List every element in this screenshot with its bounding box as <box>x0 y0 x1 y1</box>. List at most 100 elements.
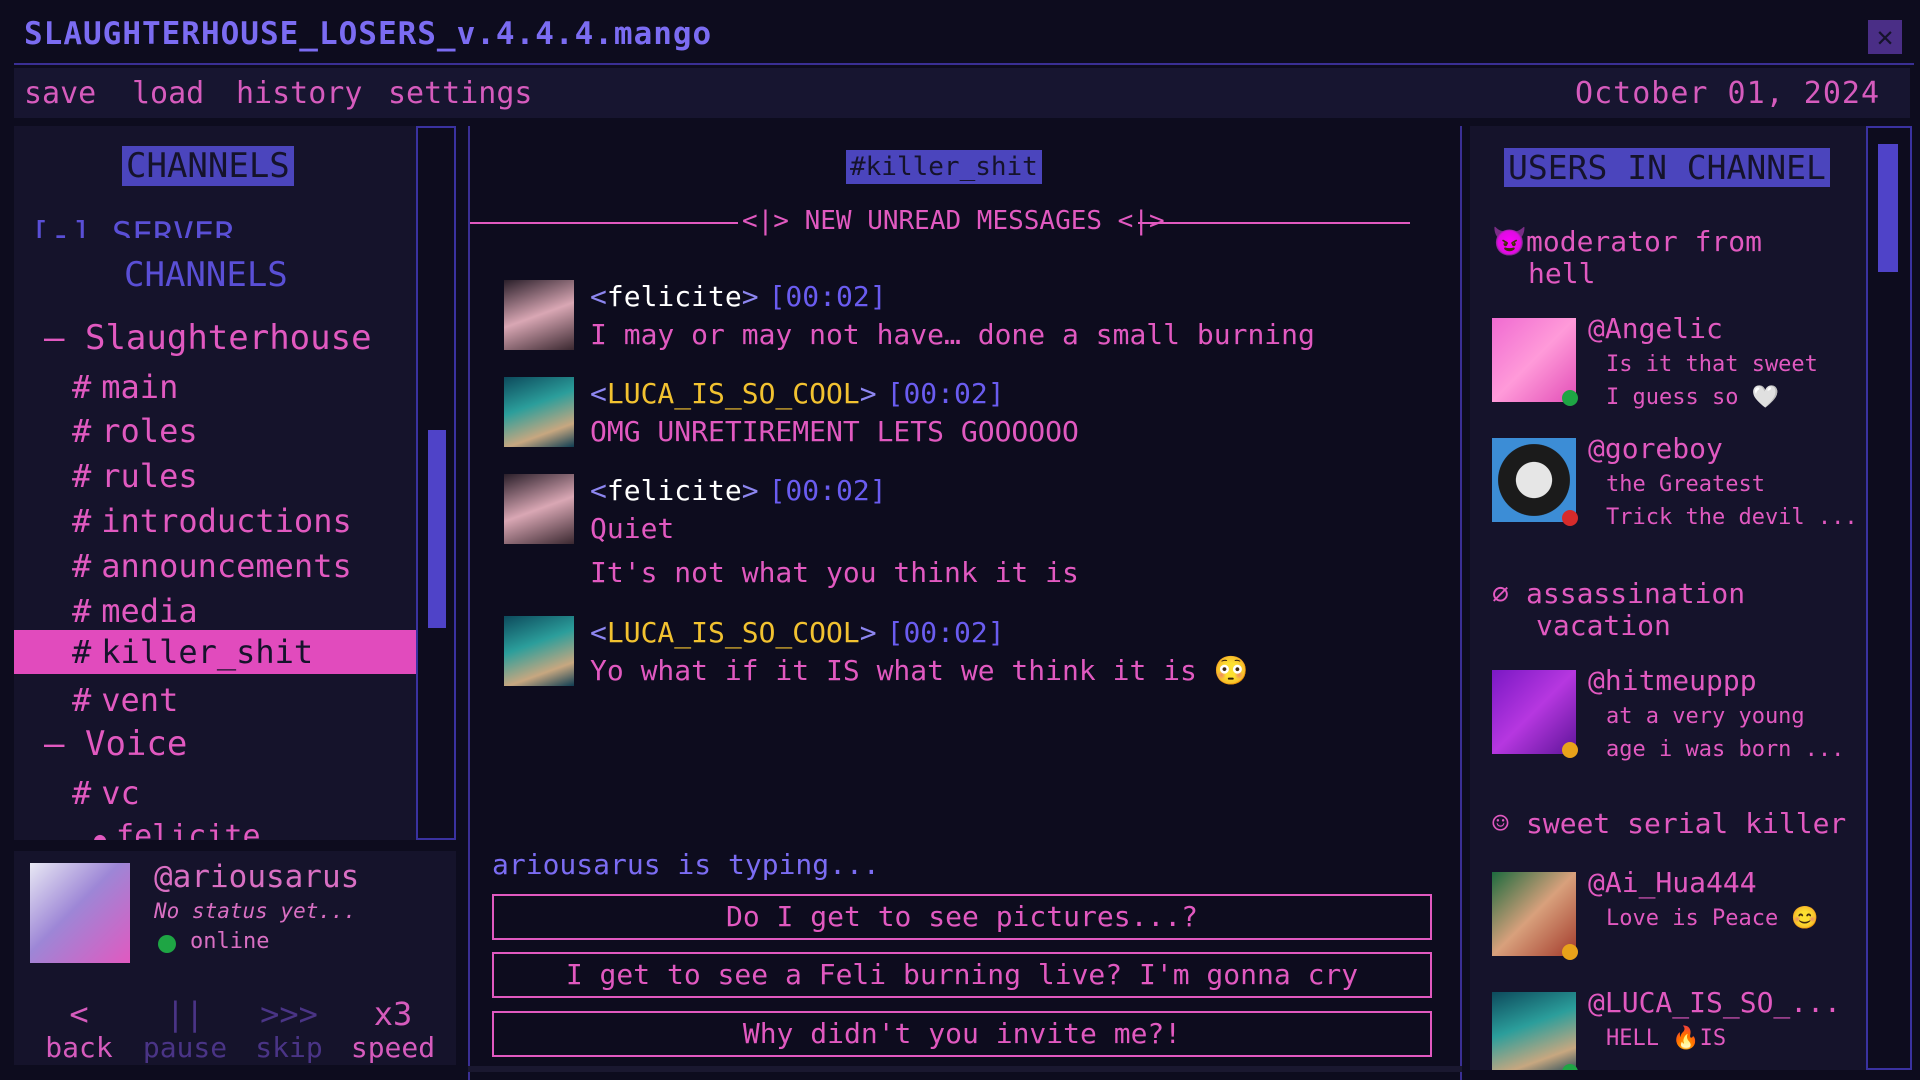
category-slaughterhouse[interactable]: – Slaughterhouse <box>44 318 372 358</box>
channel-vent[interactable]: # vent <box>14 679 416 721</box>
menu-load[interactable]: load <box>132 76 204 111</box>
message-text: Yo what if it IS what we think it is 😳 <box>590 654 1249 687</box>
devil-icon: 😈 <box>1492 225 1527 258</box>
user-handle[interactable]: @hitmeuppp <box>1588 664 1757 697</box>
user-status-line: Love is Peace 😊 <box>1606 906 1819 931</box>
message-time: [00:02] <box>768 474 887 507</box>
reply-choice-1[interactable]: Do I get to see pictures...? <box>492 894 1432 940</box>
user-status-line: Trick the devil ... <box>1606 505 1858 530</box>
avatar-angelic[interactable] <box>1492 318 1576 402</box>
back-icon: < <box>69 995 89 1033</box>
unread-text: <|> NEW UNREAD MESSAGES <|> <box>742 206 1165 236</box>
chat-panel: #killer_shit <|> NEW UNREAD MESSAGES <|>… <box>468 126 1462 1080</box>
presence-icon <box>1562 510 1578 526</box>
avatar-luca[interactable] <box>504 616 574 686</box>
message-author[interactable]: LUCA_IS_SO_COOL <box>607 377 860 410</box>
menu-save[interactable]: save <box>24 76 96 111</box>
avatar-goreboy[interactable] <box>1492 438 1576 522</box>
users-scrollbar-thumb[interactable] <box>1878 144 1898 272</box>
channel-introductions[interactable]: # introductions <box>14 500 416 542</box>
user-handle[interactable]: @Ai_Hua444 <box>1588 866 1757 899</box>
users-header: USERS IN CHANNEL <box>1504 148 1830 187</box>
group-sweet-serial-killer: ☺ sweet serial killer <box>1492 807 1847 840</box>
menu-bar: save load history settings October 01, 2… <box>14 68 1910 118</box>
skip-icon: >>> <box>260 995 318 1033</box>
speed-icon: x3 <box>373 995 413 1033</box>
avatar-felicite[interactable] <box>504 280 574 350</box>
user-handle: @ariousarus <box>154 859 360 895</box>
menu-settings[interactable]: settings <box>388 76 533 111</box>
message-text: Quiet <box>590 512 675 545</box>
user-handle[interactable]: @goreboy <box>1588 432 1723 465</box>
user-status-line: at a very young <box>1606 704 1805 729</box>
title-bar: SLAUGHTERHOUSE_LOSERS_v.4.4.4.mango ✕ <box>0 0 1920 64</box>
user-handle[interactable]: @Angelic <box>1588 312 1723 345</box>
pause-icon: || <box>165 995 205 1033</box>
channel-scrollbar[interactable] <box>416 126 456 840</box>
users-scrollbar[interactable] <box>1866 126 1912 1070</box>
reply-choice-2[interactable]: I get to see a Feli burning live? I'm go… <box>492 952 1432 998</box>
channel-media[interactable]: # media <box>14 590 416 632</box>
user-status-line: HELL 🔥IS <box>1606 1026 1727 1051</box>
typing-indicator: ariousarus is typing... <box>492 848 880 881</box>
back-button[interactable]: < back <box>34 995 124 1064</box>
group-moderator: 😈moderator from hell <box>1492 225 1763 290</box>
channel-announcements[interactable]: # announcements <box>14 545 416 587</box>
message-text: I may or may not have… done a small burn… <box>590 318 1315 351</box>
message-text: It's not what you think it is <box>590 556 1079 589</box>
unread-rule-left <box>470 222 738 224</box>
online-status-icon <box>158 935 176 953</box>
message-time: [00:02] <box>768 280 887 313</box>
server-label-line2: CHANNELS <box>124 255 288 295</box>
avatar-luca[interactable] <box>504 377 574 447</box>
chat-channel-title: #killer_shit <box>846 150 1042 184</box>
smiley-icon: ☺ <box>1492 807 1509 840</box>
user-presence: online <box>190 929 270 954</box>
unread-banner: <|> NEW UNREAD MESSAGES <|> <box>470 202 1410 242</box>
channel-vc[interactable]: # vc <box>14 772 416 814</box>
user-avatar[interactable] <box>30 863 130 963</box>
date-display: October 01, 2024 <box>1575 76 1880 111</box>
category-voice[interactable]: – Voice <box>44 724 187 764</box>
avatar-felicite[interactable] <box>504 474 574 544</box>
user-status[interactable]: No status yet... <box>154 899 356 923</box>
message-author[interactable]: felicite <box>607 280 742 313</box>
channel-scrollbar-thumb[interactable] <box>428 430 446 628</box>
message-text: OMG UNRETIREMENT LETS GOOOOOO <box>590 415 1079 448</box>
unread-rule-right <box>1138 222 1410 224</box>
title-divider <box>14 63 1914 65</box>
skip-button[interactable]: >>> skip <box>244 995 334 1064</box>
message-time: [00:02] <box>886 377 1005 410</box>
channel-killer-shit[interactable]: # killer_shit <box>14 630 416 674</box>
presence-icon <box>1562 944 1578 960</box>
message-time: [00:02] <box>886 616 1005 649</box>
channel-sidebar: CHANNELS [-] SERVER CHANNELS – Slaughter… <box>14 126 416 840</box>
avatar-hitmeuppp[interactable] <box>1492 670 1576 754</box>
presence-icon <box>1562 390 1578 406</box>
channel-main[interactable]: # main <box>14 366 416 408</box>
presence-icon <box>1562 742 1578 758</box>
current-user-panel: @ariousarus No status yet... online < ba… <box>14 851 456 1065</box>
avatar-luca[interactable] <box>1492 992 1576 1070</box>
pause-button[interactable]: || pause <box>140 995 230 1064</box>
user-status-line: Is it that sweet <box>1606 352 1818 377</box>
user-status-line: I guess so 🤍 <box>1606 385 1780 410</box>
user-handle[interactable]: @LUCA_IS_SO_... <box>1588 986 1841 1019</box>
channel-roles[interactable]: # roles <box>14 410 416 452</box>
group-assassination: ∅ assassination vacation <box>1492 577 1746 642</box>
channel-rules[interactable]: # rules <box>14 455 416 497</box>
close-icon[interactable]: ✕ <box>1868 20 1902 54</box>
server-channels-label[interactable]: [-] SERVER CHANNELS <box>30 212 288 298</box>
speed-button[interactable]: x3 speed <box>348 995 438 1064</box>
avatar-ai-hua[interactable] <box>1492 872 1576 956</box>
window-title: SLAUGHTERHOUSE_LOSERS_v.4.4.4.mango <box>24 16 713 52</box>
users-panel: USERS IN CHANNEL 😈moderator from hell @A… <box>1470 126 1866 1070</box>
chat-bottom-edge <box>468 1066 1462 1072</box>
menu-history[interactable]: history <box>236 76 362 111</box>
message-author[interactable]: LUCA_IS_SO_COOL <box>607 616 860 649</box>
channels-header: CHANNELS <box>122 146 294 186</box>
reply-choice-3[interactable]: Why didn't you invite me?! <box>492 1011 1432 1057</box>
user-status-line: the Greatest <box>1606 472 1765 497</box>
message-author[interactable]: felicite <box>607 474 742 507</box>
voice-user-icon: ● <box>94 827 107 840</box>
